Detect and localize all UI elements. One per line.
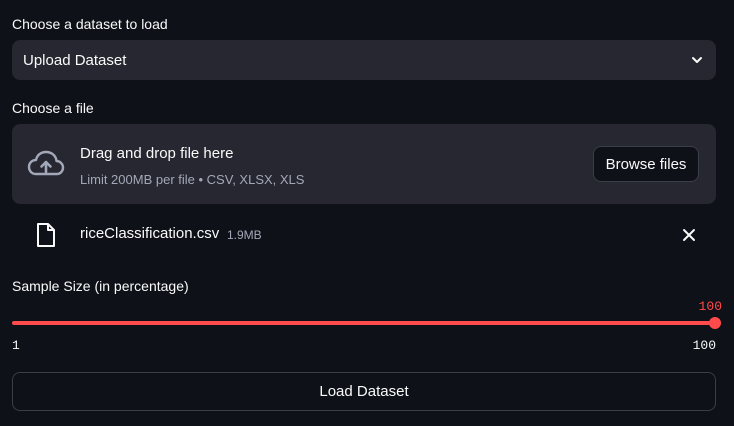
uploaded-file-size: 1.9MB: [227, 228, 262, 242]
slider-min-label: 1: [12, 338, 20, 353]
dataset-select-label: Choose a dataset to load: [12, 16, 168, 32]
chevron-down-icon: [690, 53, 704, 67]
slider-current-value: 100: [698, 299, 722, 314]
dropzone-title: Drag and drop file here: [80, 145, 234, 162]
browse-files-button[interactable]: Browse files: [593, 146, 699, 182]
uploaded-file-name: riceClassification.csv: [80, 225, 220, 242]
sample-size-label: Sample Size (in percentage): [12, 278, 189, 294]
load-dataset-button[interactable]: Load Dataset: [12, 372, 716, 411]
slider-thumb[interactable]: [709, 317, 721, 329]
dataset-select-value: Upload Dataset: [23, 51, 127, 69]
app-root: Choose a dataset to load Upload Dataset …: [0, 0, 734, 426]
file-icon: [35, 222, 57, 248]
file-uploader-label: Choose a file: [12, 100, 94, 116]
dataset-select[interactable]: Upload Dataset: [12, 40, 716, 80]
cloud-upload-icon: [27, 148, 65, 180]
close-icon[interactable]: [678, 224, 700, 246]
dropzone-limits: Limit 200MB per file • CSV, XLSX, XLS: [80, 172, 305, 187]
slider-max-label: 100: [692, 338, 716, 353]
slider-track[interactable]: [12, 321, 716, 325]
file-dropzone[interactable]: Drag and drop file here Limit 200MB per …: [12, 124, 716, 204]
